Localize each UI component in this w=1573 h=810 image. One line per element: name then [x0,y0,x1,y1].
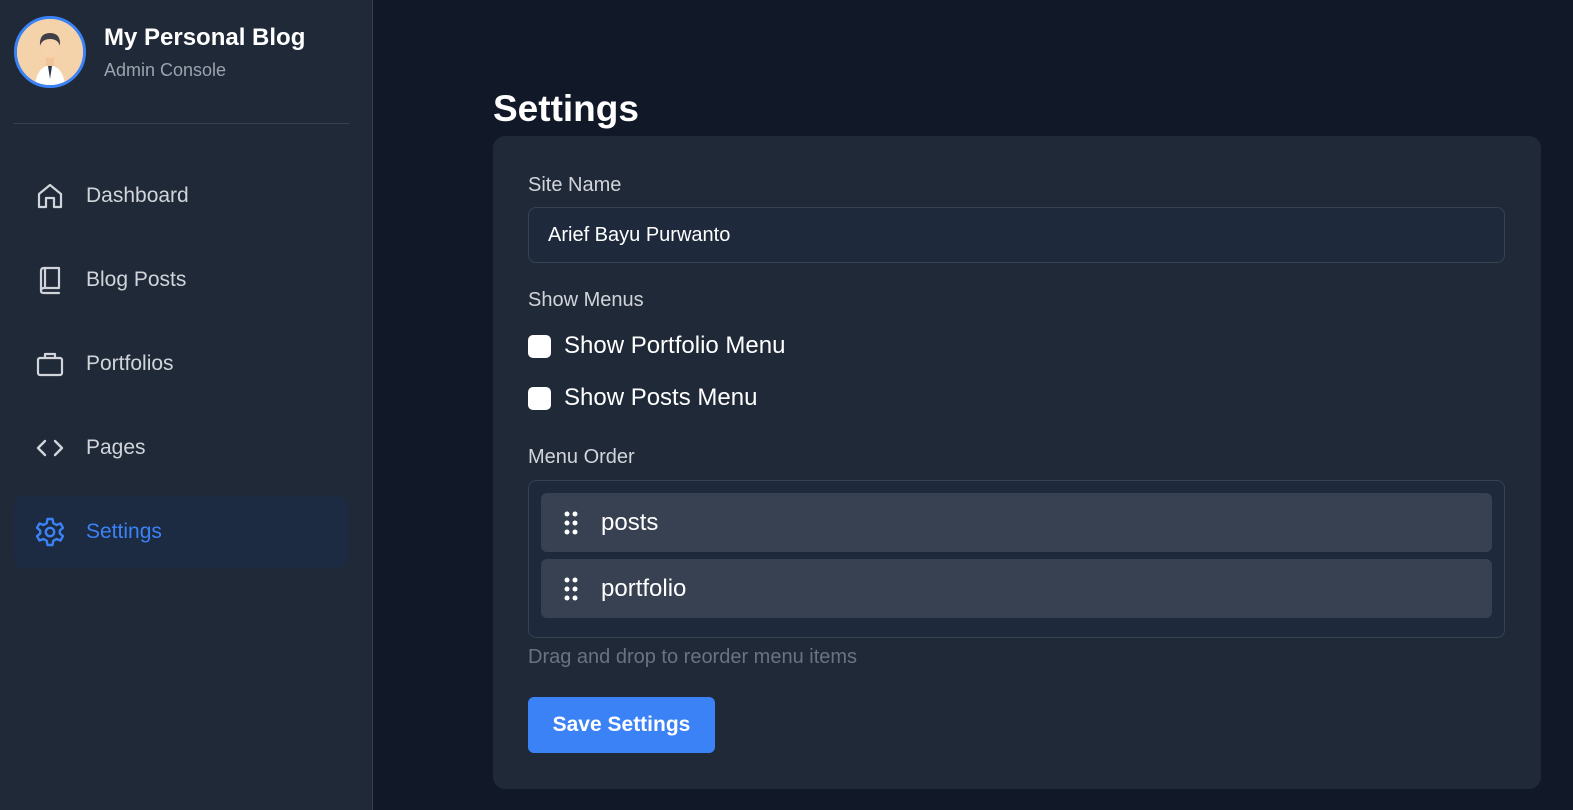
sidebar-item-label: Portfolios [86,352,174,375]
sidebar: My Personal Blog Admin Console Dashboard… [0,0,373,810]
show-portfolio-menu-checkbox[interactable] [528,334,551,358]
sidebar-item-label: Settings [86,520,162,543]
sidebar-divider [14,123,349,124]
sidebar-nav: Dashboard Blog Posts Portfolios Pages Se… [14,160,348,580]
show-posts-menu-label: Show Posts Menu [564,384,758,411]
save-settings-button[interactable]: Save Settings [528,697,715,753]
briefcase-icon [34,348,66,380]
show-portfolio-menu-label: Show Portfolio Menu [564,332,786,359]
brand-subtitle: Admin Console [104,59,227,80]
settings-card: Site Name Show Menus Show Portfolio Menu… [493,136,1541,789]
show-posts-menu-checkbox[interactable] [528,386,551,410]
menu-order-item-label: posts [601,508,659,536]
person-avatar-icon [17,19,83,85]
sidebar-item-settings[interactable]: Settings [14,496,348,568]
code-icon [34,432,66,464]
brand: My Personal Blog Admin Console [14,16,305,88]
show-menus-label: Show Menus [528,289,644,311]
sidebar-item-dashboard[interactable]: Dashboard [14,160,348,232]
show-portfolio-menu-option[interactable]: Show Portfolio Menu [528,332,785,360]
site-name-input[interactable] [528,207,1505,263]
menu-order-list: posts portfolio [528,480,1505,638]
site-name-label: Site Name [528,174,622,196]
menu-order-label: Menu Order [528,446,635,468]
drag-handle-icon[interactable] [561,510,581,536]
avatar [14,16,86,88]
gear-icon [34,516,66,548]
brand-title: My Personal Blog [104,23,306,51]
sidebar-item-pages[interactable]: Pages [14,412,348,484]
home-icon [34,180,66,212]
book-icon [34,264,66,296]
drag-handle-icon[interactable] [561,576,581,602]
sidebar-item-portfolios[interactable]: Portfolios [14,328,348,400]
page-title: Settings [493,88,639,129]
menu-order-item-portfolio[interactable]: portfolio [541,559,1492,618]
menu-order-item-posts[interactable]: posts [541,493,1492,552]
sidebar-item-label: Blog Posts [86,268,187,291]
brand-text: My Personal Blog Admin Console [104,23,305,82]
sidebar-item-label: Dashboard [86,184,189,207]
sidebar-item-label: Pages [86,436,146,459]
menu-order-hint: Drag and drop to reorder menu items [528,646,858,668]
show-posts-menu-option[interactable]: Show Posts Menu [528,384,757,412]
sidebar-item-blog-posts[interactable]: Blog Posts [14,244,348,316]
menu-order-item-label: portfolio [601,574,687,602]
